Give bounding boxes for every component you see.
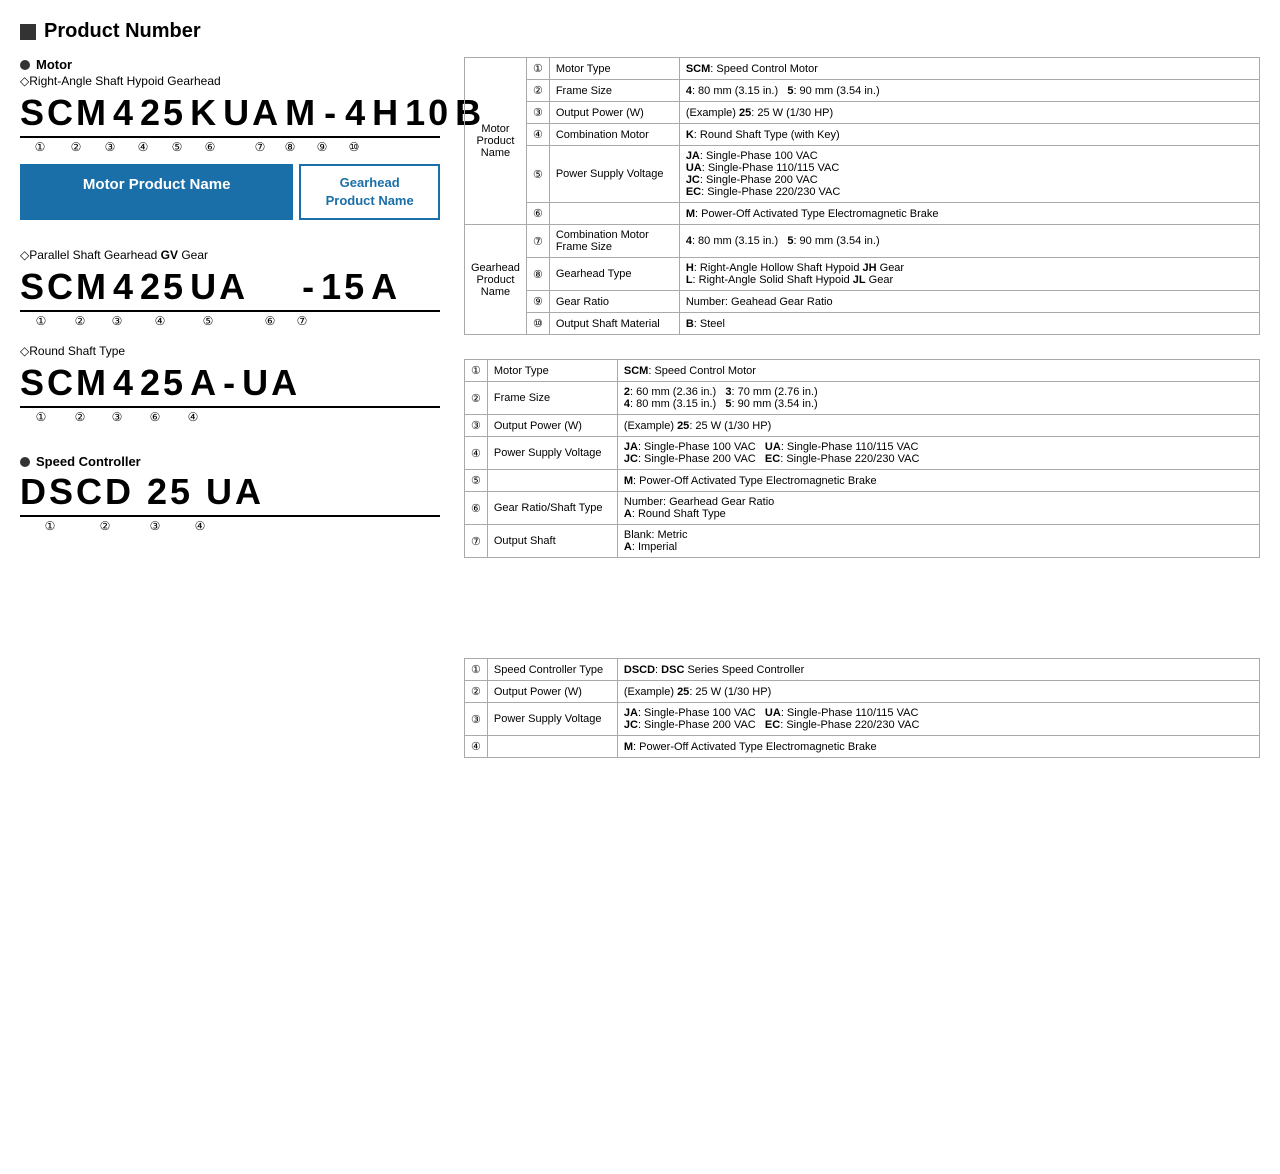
parallel-label: ◇Parallel Shaft Gearhead GV Gear [20, 248, 440, 262]
circles-row-4: ① ② ③ ④ [20, 519, 440, 533]
product-code-3: SCM 4 25 A - UA [20, 362, 440, 408]
table-row: ④ M: Power-Off Activated Type Electromag… [465, 736, 1260, 758]
table-row: ③ Power Supply Voltage JA: Single-Phase … [465, 703, 1260, 736]
table-row: ⑤ Power Supply Voltage JA: Single-Phase … [465, 146, 1260, 203]
product-code-4: DSCD 25 UA [20, 471, 440, 517]
round-shaft-section: ◇Round Shaft Type SCM 4 25 A - UA ① [20, 344, 440, 424]
table-row: MotorProductName ① Motor Type SCM: Speed… [465, 58, 1260, 80]
table-row: ② Frame Size 4: 80 mm (3.15 in.) 5: 90 m… [465, 80, 1260, 102]
page-title-row: Product Number [20, 20, 1260, 43]
left-column: Motor ◇Right-Angle Shaft Hypoid Gearhead… [20, 57, 440, 758]
table-row: ① Speed Controller Type DSCD: DSC Series… [465, 659, 1260, 681]
table-row: ④ Power Supply Voltage JA: Single-Phase … [465, 437, 1260, 470]
motor-header: Motor [20, 57, 440, 72]
table-row: ⑥ M: Power-Off Activated Type Electromag… [465, 203, 1260, 225]
table-row: ⑥ Gear Ratio/Shaft Type Number: Gearhead… [465, 492, 1260, 525]
circles-row-2: ① ② ③ ④ ⑤ ⑥ ⑦ [20, 314, 440, 328]
page-wrapper: Product Number Motor ◇Right-Angle Shaft … [20, 20, 1260, 758]
table-row: GearheadProductName ⑦ Combination Motor … [465, 225, 1260, 258]
right-angle-section: ◇Right-Angle Shaft Hypoid Gearhead SCM 4… [20, 74, 440, 424]
speed-ctrl-bullet [20, 457, 30, 467]
table-row: ⑩ Output Shaft Material B: Steel [465, 313, 1260, 335]
table-row: ⑧ Gearhead Type H: Right-Angle Hollow Sh… [465, 258, 1260, 291]
page-title: Product Number [44, 20, 201, 43]
table-row: ⑤ M: Power-Off Activated Type Electromag… [465, 470, 1260, 492]
spec-table-1: MotorProductName ① Motor Type SCM: Speed… [464, 57, 1260, 335]
name-boxes: Motor Product Name GearheadProduct Name [20, 164, 440, 220]
gearhead-product-name-box: GearheadProduct Name [299, 164, 440, 220]
table-row: ② Frame Size 2: 60 mm (2.36 in.) 3: 70 m… [465, 382, 1260, 415]
spec-table-3: ① Speed Controller Type DSCD: DSC Series… [464, 658, 1260, 758]
table-row: ③ Output Power (W) (Example) 25: 25 W (1… [465, 415, 1260, 437]
motor-product-name-box: Motor Product Name [20, 164, 293, 220]
speed-controller-section: Speed Controller DSCD 25 UA ① ② ③ ④ [20, 454, 440, 533]
round-shaft-label: ◇Round Shaft Type [20, 344, 440, 358]
table-row: ② Output Power (W) (Example) 25: 25 W (1… [465, 681, 1260, 703]
table-row: ① Motor Type SCM: Speed Control Motor [465, 360, 1260, 382]
speed-ctrl-header: Speed Controller [20, 454, 440, 469]
speed-ctrl-label: Speed Controller [36, 454, 141, 469]
table-row: ⑨ Gear Ratio Number: Geahead Gear Ratio [465, 291, 1260, 313]
circles-row-1: ① ② ③ ④ ⑤ ⑥ ⑦ ⑧ ⑨ ⑩ [20, 140, 440, 154]
right-angle-label: ◇Right-Angle Shaft Hypoid Gearhead [20, 74, 440, 88]
circles-row-3: ① ② ③ ⑥ ④ [20, 410, 440, 424]
product-code-2: SCM 4 25 UA __ - 15 A [20, 266, 440, 312]
spec-table-2: ① Motor Type SCM: Speed Control Motor ② … [464, 359, 1260, 558]
main-layout: Motor ◇Right-Angle Shaft Hypoid Gearhead… [20, 57, 1260, 758]
right-column: MotorProductName ① Motor Type SCM: Speed… [464, 57, 1260, 758]
title-square-icon [20, 24, 36, 40]
motor-label: Motor [36, 57, 72, 72]
product-code-1: SCM 4 25 K UA M - 4 H 10 B [20, 92, 440, 138]
table-row: ⑦ Output Shaft Blank: MetricA: Imperial [465, 525, 1260, 558]
table-row: ③ Output Power (W) (Example) 25: 25 W (1… [465, 102, 1260, 124]
table-row: ④ Combination Motor K: Round Shaft Type … [465, 124, 1260, 146]
motor-bullet [20, 60, 30, 70]
parallel-section: ◇Parallel Shaft Gearhead GV Gear SCM 4 2… [20, 248, 440, 424]
